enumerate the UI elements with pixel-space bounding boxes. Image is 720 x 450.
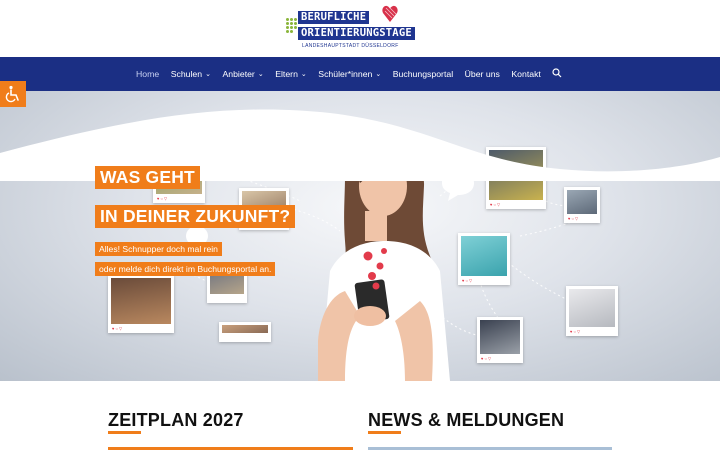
news-title: NEWS & MELDUNGEN [368,410,565,430]
nav-item-eltern[interactable]: Eltern ⌄ [275,69,307,79]
photo-card [219,322,271,342]
hero-banner: ♥ ○ ▽ ♥ ○ ▽ ♥ ○ ▽ ♥ ○ ▽ ♥ ○ ▽ ♥ ○ ▽ ♥ ○ … [0,91,720,381]
nav-item-label: Anbieter [222,69,255,79]
photo-card: ♥ ○ ▽ [564,187,600,223]
nav-item-label: Kontakt [511,69,541,79]
hero-headline-line-2: IN DEINER ZUKUNFT? [95,205,296,228]
zeitplan-accent-bar [108,431,141,434]
photo-card: ♥ ○ ▽ [566,286,618,336]
nav-item-label: Schulen [170,69,203,79]
chevron-down-icon: ⌄ [300,71,307,78]
accessibility-button[interactable] [0,81,26,107]
logo-line-1: BERUFLICHE [298,11,370,24]
nav-item-label: Schüler*innen [318,69,373,79]
hero-headline-line-1: WAS GEHT [95,166,200,189]
nav-item-home[interactable]: Home [136,69,159,79]
nav-item-label: Über uns [464,69,500,79]
chevron-down-icon: ⌄ [257,71,264,78]
photo-card: ♥ ○ ▽ [108,275,174,333]
chevron-down-icon: ⌄ [375,71,382,78]
news-section: NEWS & MELDUNGEN [368,410,612,450]
logo-heart-icon [382,5,398,23]
hero-tagline-line-2: oder melde dich direkt im Buchungsportal… [95,262,276,276]
photo-card: ♥ ○ ▽ [477,317,523,363]
zeitplan-title: ZEITPLAN 2027 [108,410,244,430]
wheelchair-icon [5,85,19,103]
logo-subtitle: LANDESHAUPTSTADT DÜSSELDORF [302,43,399,49]
search-icon[interactable] [552,68,562,80]
nav-item-label: Eltern [275,69,298,79]
nav-item-schüler-innen[interactable]: Schüler*innen ⌄ [318,69,381,79]
main-navigation: Home Schulen ⌄ Anbieter ⌄ Eltern ⌄ Schüler*inne… [0,57,720,91]
chevron-down-icon: ⌄ [205,71,211,78]
nav-item-über-uns[interactable]: Über uns [465,69,500,79]
nav-item-anbieter[interactable]: Anbieter ⌄ [222,69,263,79]
logo-line-2: ORIENTIERUNGSTAGE [298,27,415,40]
news-accent-bar [368,431,401,434]
nav-item-label: Buchungsportal [392,69,454,79]
hero-tagline-line-1: Alles! Schnupper doch mal rein [95,242,222,256]
site-header: BERUFLICHE ORIENTIERUNGSTAGE LANDESHAUPT… [0,0,720,57]
site-logo[interactable]: BERUFLICHE ORIENTIERUNGSTAGE LANDESHAUPT… [284,4,436,52]
nav-item-kontakt[interactable]: Kontakt [511,69,540,79]
nav-item-label: Home [136,69,160,79]
nav-item-schulen[interactable]: Schulen ⌄ [171,69,211,79]
photo-card [207,273,247,303]
photo-card: ♥ ○ ▽ [458,233,510,285]
nav-item-buchungsportal[interactable]: Buchungsportal [393,69,453,79]
zeitplan-section: ZEITPLAN 2027 [108,410,353,450]
